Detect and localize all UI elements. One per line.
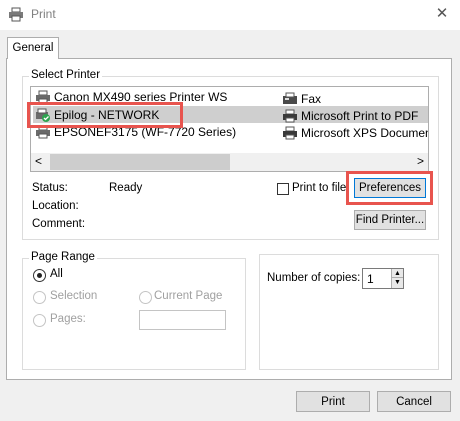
pages-label: Pages: [50, 313, 86, 325]
title-bar: Print ✕ [0, 0, 460, 30]
horizontal-scrollbar[interactable]: < > [31, 153, 428, 171]
printer-label: Microsoft Print to PDF [301, 109, 419, 123]
decrement-button[interactable]: ▼ [392, 278, 403, 287]
cancel-button[interactable]: Cancel [377, 391, 451, 412]
find-printer-button[interactable]: Find Printer... [354, 210, 426, 230]
printer-label: Fax [301, 92, 322, 106]
current-page-label: Current Page [154, 290, 223, 302]
page-range-label: Page Range [29, 251, 97, 263]
pages-input[interactable] [139, 310, 226, 330]
annotation-highlight [346, 171, 433, 205]
tab-label: General [12, 42, 54, 54]
print-to-file-checkbox[interactable] [277, 183, 289, 195]
comment-label: Comment: [32, 218, 86, 230]
location-label: Location: [32, 200, 79, 212]
copies-stepper[interactable]: 1 ▲ ▼ [362, 268, 404, 289]
pages-radio[interactable] [33, 314, 46, 327]
selection-label: Selection [50, 290, 98, 302]
status-label: Status: [32, 182, 68, 194]
print-button[interactable]: Print [296, 391, 370, 412]
annotation-highlight [27, 102, 183, 128]
copies-value: 1 [367, 272, 374, 286]
tab-general[interactable]: General [7, 37, 59, 59]
status-value: Ready [109, 182, 143, 194]
close-button[interactable]: ✕ [431, 4, 453, 24]
increment-button[interactable]: ▲ [392, 269, 403, 278]
all-radio[interactable] [33, 269, 46, 282]
printer-icon [283, 109, 297, 123]
current-page-radio[interactable] [139, 291, 152, 304]
fax-icon [283, 92, 297, 104]
select-printer-label: Select Printer [29, 69, 103, 81]
spin-buttons: ▲ ▼ [391, 269, 403, 288]
scrollbar-thumb[interactable] [50, 154, 230, 170]
radio-selected-dot [37, 273, 42, 278]
all-label: All [50, 268, 63, 280]
scroll-right-button[interactable]: > [417, 154, 424, 168]
copies-label: Number of copies: [267, 272, 361, 284]
selection-radio[interactable] [33, 291, 46, 304]
printer-icon [9, 7, 23, 22]
printer-label: Microsoft XPS Documen [301, 126, 429, 140]
scroll-left-button[interactable]: < [35, 154, 42, 168]
print-to-file-label: Print to file [292, 182, 347, 194]
printer-icon [283, 126, 297, 140]
window-title: Print [31, 7, 56, 21]
